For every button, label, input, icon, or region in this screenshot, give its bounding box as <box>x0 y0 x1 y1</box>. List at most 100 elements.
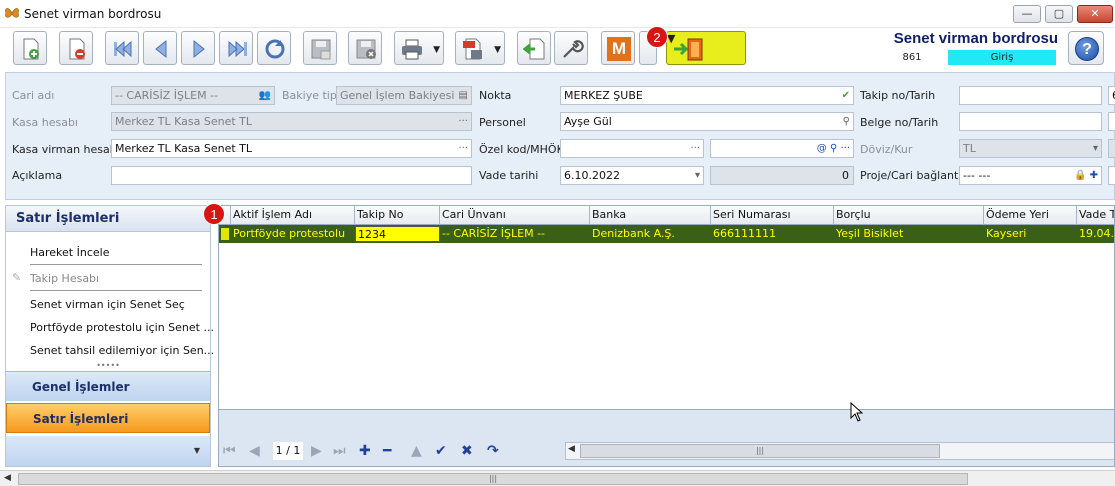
action-portfoyde-protestolu-sec[interactable]: Portföyde protestolu için Senet ... <box>30 321 214 334</box>
person-search-icon[interactable]: ⚲ <box>843 113 850 130</box>
m-button[interactable]: M <box>601 31 635 65</box>
form-panel: Cari adı -- CARİSİZ İŞLEM -- 👥 Bakiye tip… <box>5 72 1115 200</box>
export-pdf-button[interactable]: ▼ <box>455 31 505 65</box>
chevron-down-icon[interactable]: ▾ <box>695 167 700 184</box>
print-button[interactable]: ▼ <box>394 31 444 65</box>
kasa-virman-field[interactable]: Merkez TL Kasa Senet TL ··· <box>111 139 472 158</box>
amount-field[interactable]: 0 <box>710 166 854 185</box>
confirm-icon[interactable]: ✔ <box>435 443 447 459</box>
import-button[interactable] <box>517 31 551 65</box>
help-button[interactable]: ? <box>1068 31 1104 65</box>
ellipsis-icon[interactable]: ··· <box>690 140 700 157</box>
row-indicator <box>221 228 229 240</box>
tab-satir-islemleri[interactable]: Satır İşlemleri <box>6 403 210 433</box>
cell-cari[interactable]: -- CARİSİZ İŞLEM -- <box>440 226 590 242</box>
kur-field[interactable] <box>1108 139 1115 158</box>
first-record-button[interactable] <box>105 31 139 65</box>
aciklama-field[interactable] <box>111 166 472 185</box>
doviz-field[interactable]: TL ▾ <box>959 139 1102 158</box>
action-senet-tahsil-edilemiyor[interactable]: Senet tahsil edilemiyor için Sen... <box>30 344 214 357</box>
action-hareket-incele[interactable]: Hareket İncele <box>30 246 109 259</box>
column-header[interactable]: Banka <box>590 206 711 225</box>
column-header[interactable]: Vade Ta <box>1077 206 1114 225</box>
chevron-down-icon[interactable]: ▼ <box>494 45 501 55</box>
column-header[interactable]: Takip No <box>355 206 440 225</box>
redo-icon[interactable]: ↷ <box>487 443 499 459</box>
title-bar: Senet virman bordrosu — ▢ ✕ <box>0 0 1115 28</box>
column-header[interactable]: Aktif İşlem Adı <box>231 206 355 225</box>
last-record-button[interactable] <box>219 31 253 65</box>
splitter-grip[interactable]: ••••• <box>6 362 210 370</box>
cell-islem[interactable]: Portföyde protestolu <box>231 226 355 242</box>
personel-field[interactable]: Ayşe Gül ⚲ <box>560 112 854 131</box>
belge-tarih-field[interactable] <box>1108 112 1115 131</box>
refresh-button[interactable] <box>257 31 291 65</box>
ellipsis-icon[interactable]: ··· <box>458 140 468 157</box>
scroll-left-icon[interactable]: ◀ <box>568 444 575 454</box>
chevron-down-icon[interactable]: ▾ <box>1093 140 1098 157</box>
ozel-kod-field[interactable]: ··· <box>560 139 704 158</box>
at-search-icon[interactable]: @ ⚲ ··· <box>817 140 850 157</box>
cell-borclu[interactable]: Yeşil Bisiklet <box>834 226 984 242</box>
last-page-icon[interactable]: ⏭ <box>333 443 346 459</box>
tab-genel-islemler[interactable]: Genel İşlemler <box>6 371 210 401</box>
move-up-icon[interactable]: ▲ <box>411 443 422 459</box>
action-senet-virman-sec[interactable]: Senet virman için Senet Seç <box>30 298 185 311</box>
proje-field[interactable]: --- --- 🔒 ✚ <box>959 166 1102 185</box>
takip-tarih-field[interactable]: 6 <box>1108 86 1115 105</box>
minimize-button[interactable]: — <box>1013 5 1041 23</box>
cell-takip-no[interactable]: 1234 <box>355 226 440 242</box>
save-button[interactable] <box>303 31 337 65</box>
close-button[interactable]: ✕ <box>1077 5 1113 23</box>
add-row-icon[interactable]: ✚ <box>359 443 371 459</box>
scrollbar-thumb[interactable]: ||| <box>580 444 940 458</box>
column-header[interactable]: Seri Numarası <box>711 206 834 225</box>
action-takip-hesabi[interactable]: ✎ Takip Hesabı <box>12 271 99 285</box>
column-header[interactable]: Cari Ünvanı <box>440 206 590 225</box>
next-record-button[interactable] <box>181 31 215 65</box>
proje-extra-field[interactable] <box>1108 166 1115 185</box>
takip-no-field[interactable] <box>959 86 1102 105</box>
cell-odeme-yeri[interactable]: Kayseri <box>984 226 1077 242</box>
scrollbar-thumb[interactable]: ||| <box>18 473 968 485</box>
cell-banka[interactable]: Denizbank A.Ş. <box>590 226 711 242</box>
mhok-field[interactable]: @ ⚲ ··· <box>710 139 854 158</box>
prev-page-icon[interactable]: ◀ <box>249 443 260 459</box>
cari-adi-field[interactable]: -- CARİSİZ İŞLEM -- 👥 <box>111 86 275 105</box>
table-row[interactable]: Portföyde protestolu 1234 -- CARİSİZ İŞL… <box>219 225 1114 243</box>
vade-tarihi-field[interactable]: 6.10.2022 ▾ <box>560 166 704 185</box>
save-disabled-icon <box>311 39 331 60</box>
grid-horizontal-scrollbar[interactable]: ◀ ||| <box>565 442 1114 460</box>
maximize-button[interactable]: ▢ <box>1045 5 1073 23</box>
nokta-field[interactable]: MERKEZ ŞUBE ✔ <box>560 86 854 105</box>
first-page-icon[interactable]: ⏮ <box>223 443 236 459</box>
chevron-down-icon[interactable]: ▼ <box>194 446 200 455</box>
kasa-hesabi-field[interactable]: Merkez TL Kasa Senet TL ··· <box>111 112 472 131</box>
next-page-icon[interactable]: ▶ <box>311 443 322 459</box>
cell-seri[interactable]: 666111111 <box>711 226 834 242</box>
ellipsis-icon[interactable]: ··· <box>458 113 468 130</box>
bakiye-tipi-field[interactable]: Genel İşlem Bakiyesi ▤ <box>336 86 472 105</box>
chevron-down-icon[interactable]: ▼ <box>433 45 440 55</box>
column-header[interactable]: Borçlu <box>834 206 984 225</box>
cancel-save-button[interactable] <box>348 31 382 65</box>
list-icon[interactable]: ▤ <box>459 87 468 104</box>
remove-row-icon[interactable]: ━ <box>383 443 391 459</box>
cari-adi-label: Cari adı <box>12 89 55 102</box>
delete-document-button[interactable] <box>59 31 93 65</box>
tools-button[interactable] <box>554 31 588 65</box>
document-arrow-icon <box>523 38 545 60</box>
cancel-icon[interactable]: ✖ <box>461 443 473 459</box>
check-icon[interactable]: ✔ <box>842 87 850 104</box>
previous-record-button[interactable] <box>143 31 177 65</box>
exit-button[interactable]: ▼ <box>666 31 746 65</box>
new-document-button[interactable] <box>13 31 47 65</box>
people-icon[interactable]: 👥 <box>259 87 271 104</box>
window-horizontal-scrollbar[interactable]: ◀ ||| <box>0 470 1115 486</box>
scroll-left-icon[interactable]: ◀ <box>4 473 11 483</box>
delete-document-icon <box>69 38 85 60</box>
column-header[interactable]: Ödeme Yeri <box>984 206 1077 225</box>
cell-vade[interactable]: 19.04.2 <box>1077 226 1114 242</box>
belge-no-field[interactable] <box>959 112 1102 131</box>
lock-plus-icon[interactable]: 🔒 ✚ <box>1074 167 1098 184</box>
